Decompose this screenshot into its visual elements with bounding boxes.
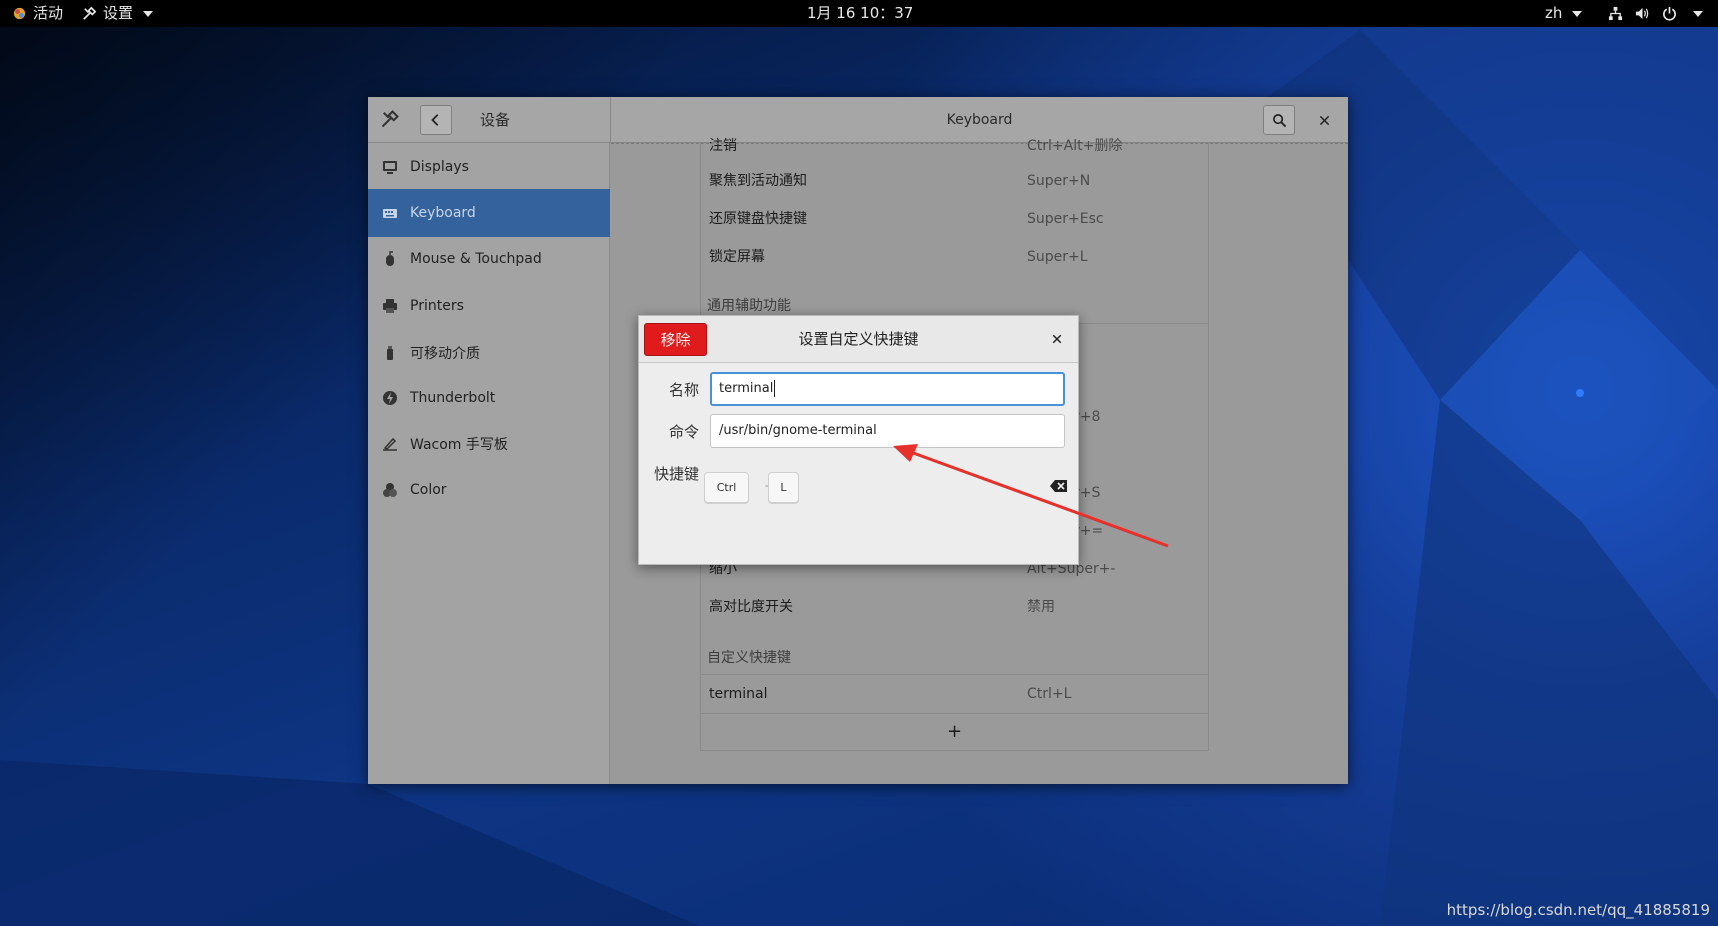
watermark: https://blog.csdn.net/qq_41885819 (1446, 901, 1710, 919)
annotation-arrow (893, 444, 1169, 548)
